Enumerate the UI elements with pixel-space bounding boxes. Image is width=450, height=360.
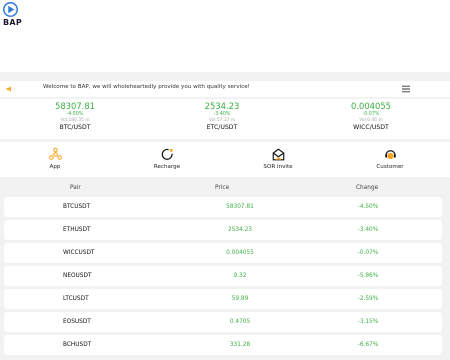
row-price: 9.32 bbox=[233, 273, 247, 279]
ticker-change: -0.07% bbox=[362, 112, 380, 117]
row-pair: BTCUSDT bbox=[63, 204, 91, 210]
logo-text: BAP bbox=[3, 18, 23, 27]
notice-list-icon[interactable] bbox=[402, 85, 410, 93]
ticker-panel: 58307.81 -4.50% Vol:186.35 m BTC/USDT 25… bbox=[0, 99, 450, 139]
table-row[interactable]: NEOUSDT 9.32 -5.86% bbox=[4, 266, 442, 286]
header-pair: Pair bbox=[70, 185, 81, 191]
header-price: Price bbox=[215, 185, 230, 191]
ticker-volume: Vol:57.37 m bbox=[208, 118, 236, 123]
row-price: 331.28 bbox=[229, 342, 251, 348]
ticker-pair: ETC/USDT bbox=[206, 124, 238, 131]
row-price: 58307.81 bbox=[226, 204, 254, 210]
notice-text: Welcome to BAP, we will wholeheartedly p… bbox=[43, 84, 250, 90]
row-price: 0.004055 bbox=[226, 250, 254, 256]
ticker-change: -4.50% bbox=[66, 112, 84, 117]
logo-mark-icon bbox=[3, 2, 18, 17]
ticker-btc[interactable]: 58307.81 -4.50% Vol:186.35 m BTC/USDT bbox=[0, 99, 150, 131]
recharge-icon bbox=[161, 148, 173, 160]
menu-recharge[interactable]: Recharge bbox=[137, 147, 197, 170]
ticker-price: 2534.23 bbox=[204, 101, 240, 111]
table-row[interactable]: BCHUSDT 331.28 -6.67% bbox=[4, 335, 442, 355]
market-table-header: Pair Price Change bbox=[0, 182, 450, 195]
row-pair: BCHUSDT bbox=[63, 342, 92, 348]
row-change: -5.86% bbox=[357, 273, 379, 279]
ticker-volume: Vol:186.35 m bbox=[60, 118, 90, 123]
market-table: BTCUSDT 58307.81 -4.50% ETHUSDT 2534.23 … bbox=[4, 197, 442, 358]
header-change: Change bbox=[356, 185, 379, 191]
app-icon bbox=[48, 147, 62, 160]
row-change: -4.50% bbox=[357, 204, 379, 210]
table-row[interactable]: ETHUSDT 2534.23 -3.40% bbox=[4, 220, 442, 240]
row-change: -2.59% bbox=[357, 296, 379, 302]
menu-label: App bbox=[49, 164, 61, 170]
row-pair: NEOUSDT bbox=[63, 273, 92, 279]
row-pair: EOSUSDT bbox=[63, 319, 91, 325]
menu-label: Customer bbox=[376, 164, 404, 170]
row-change: -6.67% bbox=[357, 342, 379, 348]
ticker-price: 58307.81 bbox=[55, 101, 95, 111]
menu-label: Recharge bbox=[153, 164, 181, 170]
row-price: 2534.23 bbox=[228, 227, 252, 233]
table-row[interactable]: WICCUSDT 0.004055 -0.07% bbox=[4, 243, 442, 263]
notice-bar: Welcome to BAP, we will wholeheartedly p… bbox=[0, 81, 450, 97]
table-row[interactable]: LTCUSDT 59.89 -2.59% bbox=[4, 289, 442, 309]
ticker-etc[interactable]: 2534.23 -3.40% Vol:57.37 m ETC/USDT bbox=[147, 99, 297, 131]
table-row[interactable]: BTCUSDT 58307.81 -4.50% bbox=[4, 197, 442, 217]
logo[interactable]: BAP bbox=[3, 2, 22, 27]
row-change: -3.40% bbox=[357, 227, 379, 233]
speaker-icon bbox=[6, 86, 11, 92]
row-pair: ETHUSDT bbox=[63, 227, 91, 233]
quick-menu: App Recharge SOR invite Customer bbox=[0, 142, 450, 177]
ticker-pair: WICC/USDT bbox=[353, 124, 389, 131]
row-change: -0.07% bbox=[357, 250, 379, 256]
app-header: BAP bbox=[0, 0, 450, 72]
ticker-volume: Vol:0.06 m bbox=[359, 118, 383, 123]
ticker-change: -3.40% bbox=[213, 112, 231, 117]
menu-sor-invite[interactable]: SOR invite bbox=[248, 147, 308, 170]
row-price: 59.89 bbox=[231, 296, 249, 302]
menu-app[interactable]: App bbox=[25, 147, 85, 170]
customer-icon bbox=[384, 150, 396, 160]
row-change: -3.15% bbox=[357, 319, 379, 325]
invite-icon bbox=[272, 148, 284, 161]
row-pair: LTCUSDT bbox=[63, 296, 89, 302]
menu-customer[interactable]: Customer bbox=[360, 147, 420, 170]
menu-label: SOR invite bbox=[263, 164, 293, 170]
row-pair: WICCUSDT bbox=[63, 250, 95, 256]
ticker-pair: BTC/USDT bbox=[59, 124, 91, 131]
table-row[interactable]: EOSUSDT 0.4705 -3.15% bbox=[4, 312, 442, 332]
ticker-wicc[interactable]: 0.004055 -0.07% Vol:0.06 m WICC/USDT bbox=[296, 99, 446, 131]
ticker-price: 0.004055 bbox=[351, 101, 391, 111]
row-price: 0.4705 bbox=[229, 319, 251, 325]
